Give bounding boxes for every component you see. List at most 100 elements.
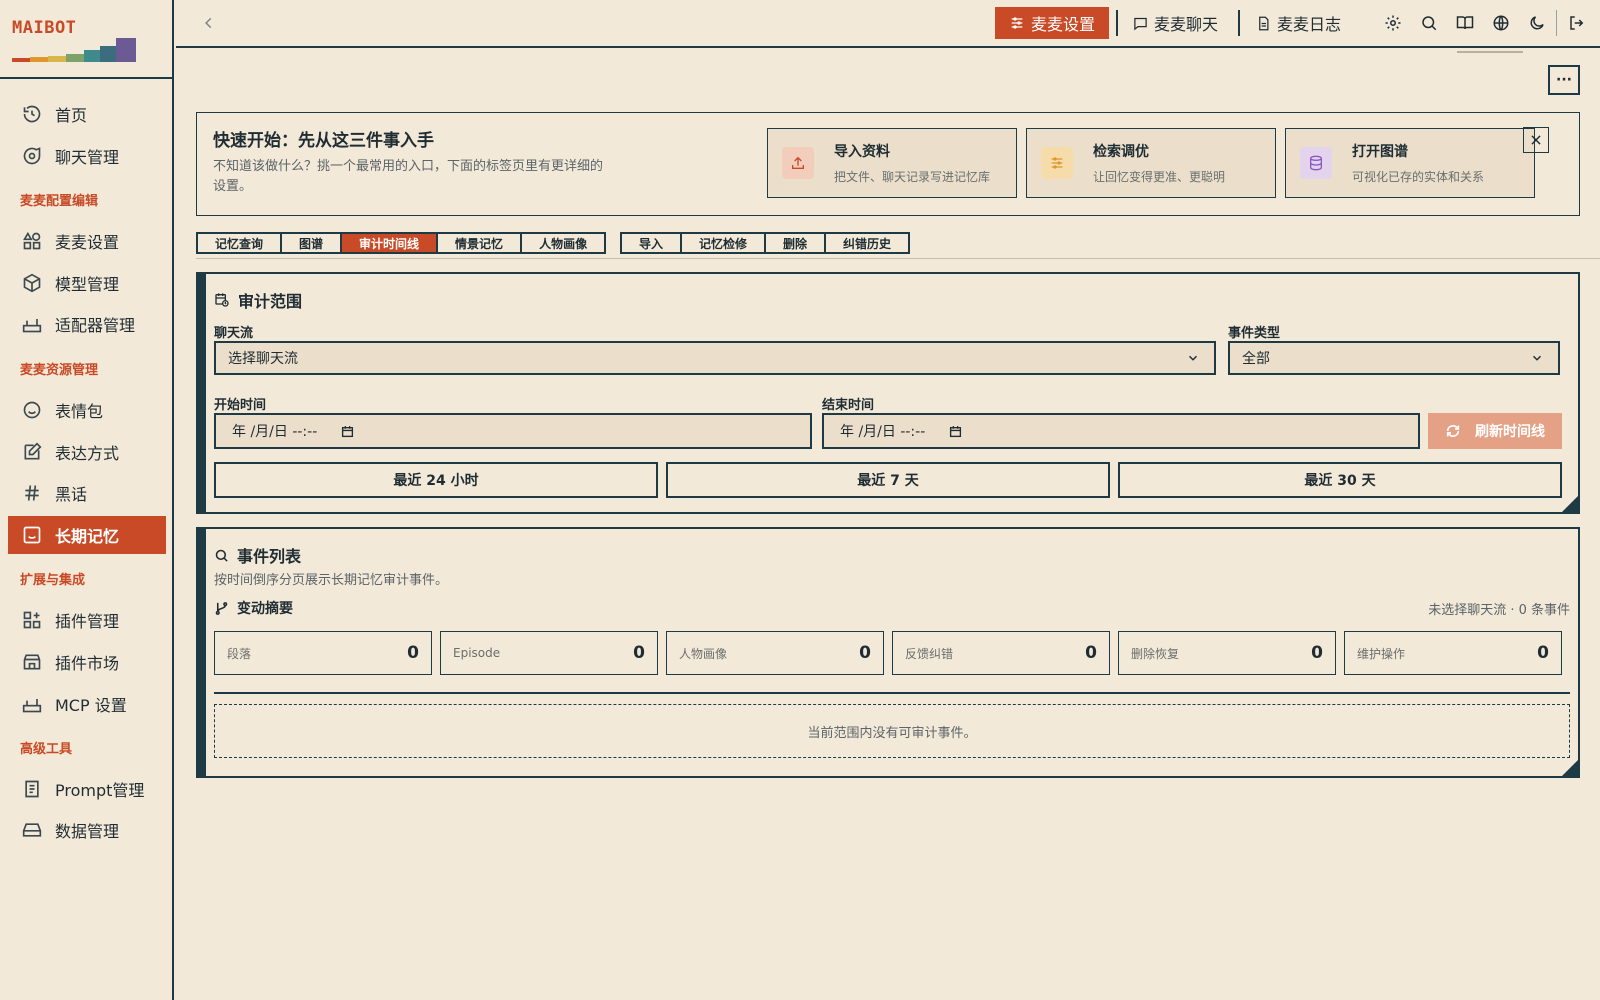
tab-memory-query[interactable]: 记忆查询: [198, 234, 283, 252]
quickstart-card-graph[interactable]: 打开图谱 可视化已存的实体和关系: [1285, 128, 1535, 198]
sidebar-item-adapters[interactable]: 适配器管理: [8, 305, 166, 343]
sidebar-item-home[interactable]: 首页: [8, 95, 166, 133]
calendar-clock-icon: [215, 293, 229, 307]
chevron-down-icon: [1188, 355, 1198, 361]
sidebar-item-chat[interactable]: 聊天管理: [8, 137, 166, 175]
topbar-divider: [1556, 10, 1557, 36]
sidebar-section-advanced: 高级工具: [20, 742, 73, 757]
tab-graph[interactable]: 图谱: [282, 234, 343, 252]
stat-label: 反馈纠错: [905, 646, 954, 661]
event-list-title: 事件列表: [214, 543, 301, 567]
end-time-input[interactable]: 年 /月/日 --:--: [822, 413, 1420, 449]
sidebar-item-label: 长期记忆: [55, 527, 120, 546]
file-text-icon: [1259, 16, 1269, 30]
shapes-icon: [21, 230, 43, 252]
tab-delete[interactable]: 删除: [766, 234, 827, 252]
range-30d-button[interactable]: 最近 30 天: [1118, 462, 1562, 498]
tabgroup-query: 记忆查询 图谱 审计时间线 情景记忆 人物画像: [196, 232, 607, 254]
sidebar-item-label: 插件市场: [55, 654, 120, 673]
close-quickstart-button[interactable]: [1523, 127, 1549, 153]
stat-value: 0: [1311, 643, 1323, 663]
stat-label: 维护操作: [1357, 646, 1406, 661]
tab-episodic-memory[interactable]: 情景记忆: [438, 234, 523, 252]
sidebar-item-slang[interactable]: 黑话: [8, 474, 166, 512]
sidebar-item-data[interactable]: 数据管理: [8, 811, 166, 849]
range-7d-button[interactable]: 最近 7 天: [666, 462, 1110, 498]
tab-memory-repair[interactable]: 记忆检修: [682, 234, 767, 252]
calendar-icon: [950, 425, 962, 437]
tab-audit-timeline[interactable]: 审计时间线: [342, 234, 439, 252]
card-title: 导入资料: [834, 144, 890, 160]
sidebar-item-label: 黑话: [55, 485, 88, 504]
brand-name: MAIBOT: [12, 18, 77, 38]
start-time-input[interactable]: 年 /月/日 --:--: [214, 413, 812, 449]
sidebar-item-stickers[interactable]: 表情包: [8, 391, 166, 429]
panel-corner-decoration: [1560, 758, 1580, 778]
quickstart-card-import[interactable]: 导入资料 把文件、聊天记录写进记忆库: [767, 128, 1017, 198]
topnav-maimai-chat[interactable]: 麦麦聊天: [1119, 7, 1232, 39]
sidebar-item-long-term-memory[interactable]: 长期记忆: [8, 516, 166, 554]
chat-stream-select[interactable]: 选择聊天流: [214, 341, 1216, 375]
moon-icon[interactable]: [1526, 12, 1548, 34]
event-type-select[interactable]: 全部: [1228, 341, 1560, 375]
back-button[interactable]: [198, 12, 220, 34]
upload-icon: [782, 147, 814, 179]
more-options-button[interactable]: ···: [1548, 65, 1580, 95]
book-icon[interactable]: [1454, 12, 1476, 34]
globe-icon[interactable]: [1490, 12, 1512, 34]
search-icon[interactable]: [1418, 12, 1440, 34]
stat-label: 段落: [227, 646, 252, 661]
topnav-maimai-logs[interactable]: 麦麦日志: [1242, 7, 1355, 39]
sidebar: MAIBOT 首页 聊天管理 麦麦配置编辑 麦麦设置 模型管理 适配器管理 麦麦…: [0, 0, 174, 1000]
logout-icon[interactable]: [1566, 12, 1588, 34]
tab-correction-history[interactable]: 纠错历史: [826, 234, 908, 252]
sidebar-item-models[interactable]: 模型管理: [8, 264, 166, 302]
chevron-left-icon: [205, 17, 212, 29]
change-summary-title: 变动摘要: [214, 598, 293, 618]
stat-label: 人物画像: [679, 646, 728, 661]
sidebar-item-label: 数据管理: [55, 822, 120, 841]
card-title: 检索调优: [1093, 144, 1149, 160]
chat-icon: [21, 145, 43, 167]
tab-person-profile[interactable]: 人物画像: [522, 234, 604, 252]
sidebar-item-label: MCP 设置: [55, 696, 127, 715]
change-summary-title-text: 变动摘要: [237, 601, 293, 617]
refresh-timeline-label: 刷新时间线: [1475, 424, 1545, 440]
sidebar-item-label: 聊天管理: [55, 148, 120, 167]
quickstart-card-retrieval[interactable]: 检索调优 让回忆变得更准、更聪明: [1026, 128, 1276, 198]
refresh-timeline-button[interactable]: 刷新时间线: [1428, 413, 1562, 449]
chevron-down-icon: [1532, 355, 1542, 361]
refresh-icon: [1446, 425, 1460, 437]
sidebar-item-plugin-market[interactable]: 插件市场: [8, 643, 166, 681]
router-icon: [21, 693, 43, 715]
end-time-label: 结束时间: [822, 398, 875, 413]
stat-label: Episode: [453, 646, 501, 660]
calendar-icon: [342, 425, 354, 437]
sidebar-section-extensions: 扩展与集成: [20, 573, 86, 588]
event-list-title-text: 事件列表: [237, 547, 302, 566]
quickstart-panel: 快速开始：先从这三件事入手 不知道该做什么？挑一个最常用的入口，下面的标签页里有…: [196, 112, 1580, 216]
topnav-divider: [1116, 10, 1118, 36]
tabgroup-manage: 导入 记忆检修 删除 纠错历史: [620, 232, 911, 254]
range-24h-button[interactable]: 最近 24 小时: [214, 462, 658, 498]
topnav-maimai-settings[interactable]: 麦麦设置: [995, 7, 1110, 39]
store-icon: [21, 651, 43, 673]
event-type-value: 全部: [1242, 351, 1270, 367]
stat-value: 0: [1085, 643, 1097, 663]
end-time-value: 年 /月/日 --:--: [840, 424, 926, 440]
stat-value: 0: [1537, 643, 1549, 663]
sidebar-item-maimai-settings[interactable]: 麦麦设置: [8, 222, 166, 260]
gear-icon[interactable]: [1382, 12, 1404, 34]
sidebar-item-expressions[interactable]: 表达方式: [8, 433, 166, 471]
stat-value: 0: [859, 643, 871, 663]
stat-value: 0: [407, 643, 419, 663]
event-list-description: 按时间倒序分页展示长期记忆审计事件。: [214, 573, 449, 588]
quickstart-title: 快速开始：先从这三件事入手: [213, 131, 434, 151]
search-icon: [215, 549, 228, 562]
sidebar-item-mcp-settings[interactable]: MCP 设置: [8, 685, 166, 723]
sidebar-item-label: 模型管理: [55, 275, 120, 294]
audit-range-title-text: 审计范围: [238, 292, 303, 311]
tab-import[interactable]: 导入: [622, 234, 683, 252]
sidebar-item-plugins[interactable]: 插件管理: [8, 601, 166, 639]
sidebar-item-prompt[interactable]: Prompt管理: [8, 770, 166, 808]
